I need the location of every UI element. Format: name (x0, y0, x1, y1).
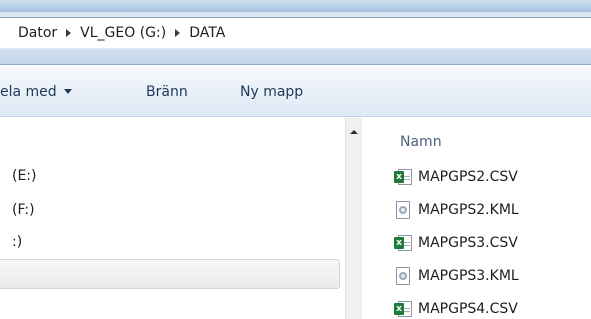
new-folder-button[interactable]: Ny mapp (240, 66, 303, 117)
file-name: MAPGPS2.KML (418, 202, 519, 218)
file-name: MAPGPS3.KML (418, 268, 519, 284)
file-name: MAPGPS4.CSV (418, 301, 518, 317)
window-title-strip (0, 0, 591, 12)
scroll-up-arrow-icon (350, 130, 358, 134)
nav-item-drive-e[interactable]: (E:) (12, 164, 37, 188)
breadcrumb-separator-icon[interactable] (175, 29, 181, 37)
file-name: MAPGPS3.CSV (418, 235, 518, 251)
share-with-label: ela med (0, 83, 57, 100)
file-list-item[interactable]: MAPGPS2.KML (394, 197, 589, 223)
new-folder-label: Ny mapp (240, 83, 304, 100)
nav-item-selected-highlight[interactable] (0, 259, 340, 289)
address-bar-padding (0, 49, 591, 63)
scroll-up-button[interactable] (346, 118, 362, 146)
file-list-item[interactable]: x MAPGPS2.CSV (394, 164, 589, 190)
file-list-item[interactable]: x MAPGPS3.CSV (394, 230, 589, 256)
file-list-pane: Namn x MAPGPS2.CSV MAPGPS2.KML x MAPGPS3… (362, 118, 591, 319)
file-name: MAPGPS2.CSV (418, 169, 518, 185)
breadcrumb-item-folder[interactable]: DATA (189, 25, 225, 41)
kml-file-icon (394, 267, 412, 285)
breadcrumb-item-drive[interactable]: VL_GEO (G:) (80, 25, 166, 41)
excel-csv-file-icon: x (394, 301, 412, 317)
command-toolbar: ela med Bränn Ny mapp (0, 66, 591, 117)
nav-item-drive-f[interactable]: (F:) (12, 198, 35, 222)
navigation-scrollbar[interactable] (345, 118, 362, 319)
breadcrumb-separator-icon[interactable] (66, 29, 72, 37)
file-list-item[interactable]: x MAPGPS4.CSV (394, 296, 589, 319)
dropdown-arrow-icon (63, 89, 72, 94)
file-list-item[interactable]: MAPGPS3.KML (394, 263, 589, 289)
address-bar: Dator VL_GEO (G:) DATA (0, 12, 591, 65)
burn-label: Bränn (146, 83, 188, 100)
breadcrumb[interactable]: Dator VL_GEO (G:) DATA (0, 17, 591, 49)
navigation-pane: (E:) (F:) :) (0, 118, 345, 319)
excel-csv-file-icon: x (394, 169, 412, 185)
breadcrumb-item-dator[interactable]: Dator (18, 25, 57, 41)
share-with-button[interactable]: ela med (0, 66, 72, 117)
excel-csv-file-icon: x (394, 235, 412, 251)
column-header-name[interactable]: Namn (400, 134, 442, 150)
nav-item-drive-g[interactable]: :) (12, 230, 22, 254)
burn-button[interactable]: Bränn (146, 66, 188, 117)
kml-file-icon (394, 201, 412, 219)
